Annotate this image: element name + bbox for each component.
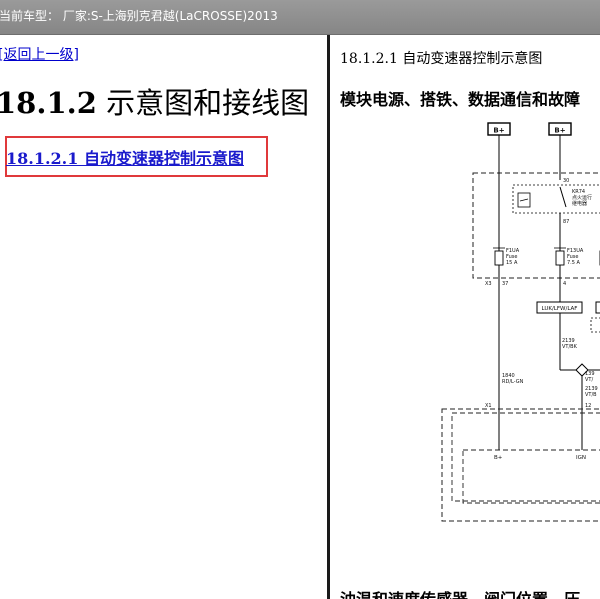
wire-vt-partial: VT/	[585, 377, 593, 383]
content-pane: 18.1.2.1 自动变速器控制示意图 模块电源、搭铁、数据通信和故障 B+ B…	[330, 35, 600, 599]
next-section-heading: 油温和速度传感器、阀门位置、压	[340, 586, 580, 599]
connector-x3-label: X3	[485, 281, 492, 287]
b-plus-label-2: B+	[554, 127, 565, 135]
splice-box-partial	[595, 301, 600, 314]
diagram-title: 18.1.2.1 自动变速器控制示意图	[340, 48, 542, 68]
connector-x1-label: X1	[485, 403, 492, 409]
page-title: 18.1.2 示意图和接线图	[0, 80, 309, 122]
page-title-number: 18.1.2	[0, 86, 97, 120]
splice-label: LUK/LFW/LAF	[542, 306, 578, 312]
fuse-f1ua	[494, 250, 504, 266]
relay-name-line-1: 点火运行	[572, 194, 592, 201]
bottom-bplus-label: B+	[494, 455, 503, 461]
b-plus-label-1: B+	[493, 127, 504, 135]
partial-component	[590, 317, 600, 333]
bottom-ign-label: IGN	[576, 455, 586, 461]
diagram-title-number: 18.1.2.1	[340, 51, 398, 67]
pin-87-label: 87	[563, 219, 569, 225]
page-title-text: 示意图和接线图	[96, 86, 310, 120]
fuse1-rating: 15 A	[506, 260, 518, 266]
diagram-title-text: 自动变速器控制示意图	[397, 51, 543, 67]
back-to-parent-link[interactable]: [返回上一级]	[0, 44, 79, 64]
pin-37-label: 37	[502, 281, 508, 287]
relay-name-line-2: 继电器	[572, 200, 587, 207]
window-titlebar: 当前车型： 厂家:S-上海别克君越(LaCROSSE)2013	[0, 0, 600, 35]
fuse2-rating: 7.5 A	[567, 260, 581, 266]
pin-30-label: 30	[563, 178, 569, 184]
wiring-diagram: B+ B+ 30 KR74 点火运行 继电器 87 F1UA Fuse 15 A…	[441, 122, 600, 522]
tcm-outline-outer	[441, 408, 600, 522]
wire-rdlgn: RD/L-GN	[502, 379, 524, 385]
window-title: 当前车型： 厂家:S-上海别克君越(LaCROSSE)2013	[0, 9, 278, 23]
wire-vtbk-a: VT/BK	[562, 344, 578, 350]
fuse-f13ua	[555, 250, 565, 266]
toc-link-transmission-control-schematic[interactable]: 18.1.2.1 自动变速器控制示意图	[6, 145, 244, 169]
section-heading: 模块电源、搭铁、数据通信和故障	[340, 90, 581, 109]
wire-vtbk-b: VT/B	[585, 392, 597, 398]
relay-switch	[559, 186, 567, 208]
pin-4-label: 4	[563, 281, 566, 287]
navigation-pane: [返回上一级] 18.1.2 示意图和接线图 18.1.2.1 自动变速器控制示…	[0, 35, 327, 599]
pin-12-label: 12	[585, 403, 591, 409]
